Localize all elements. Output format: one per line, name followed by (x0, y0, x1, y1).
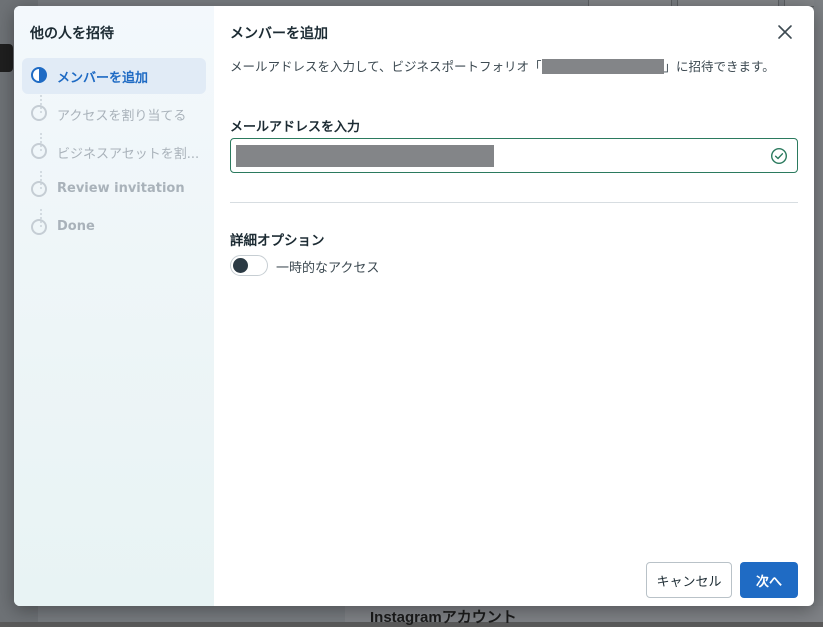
step-assign-access: アクセスを割り当てる (22, 96, 206, 132)
toggle-knob (233, 258, 248, 273)
invite-description: メールアドレスを入力して、ビジネスポートフォリオ「 」に招待できます。 (230, 58, 800, 76)
email-input[interactable] (230, 138, 798, 173)
invite-stepper-sidebar: 他の人を招待 メンバーを追加 アクセスを割り当てる ビジネスアセットを割... … (14, 6, 214, 606)
step-assign-business-assets: ビジネスアセットを割... (22, 134, 206, 170)
step-empty-circle-icon (31, 105, 47, 121)
step-empty-circle-icon (31, 143, 47, 159)
next-button[interactable]: 次へ (740, 562, 798, 598)
check-circle-icon (770, 147, 788, 165)
redacted-portfolio-name (541, 59, 664, 74)
background-nav-marker (0, 44, 13, 72)
step-empty-circle-icon (31, 219, 47, 235)
cancel-button[interactable]: キャンセル (646, 562, 732, 598)
step-add-members[interactable]: メンバーを追加 (22, 58, 206, 94)
redacted-email-value (236, 145, 494, 167)
step-label: アクセスを割り当てる (57, 109, 187, 124)
step-label: Done (57, 219, 95, 234)
step-label: メンバーを追加 (57, 71, 149, 86)
email-label: メールアドレスを入力 (230, 120, 361, 135)
temporary-access-toggle[interactable] (230, 255, 268, 276)
step-progress-half-icon (31, 67, 47, 83)
step-review-invitation: Review invitation (22, 172, 206, 208)
invite-modal: 他の人を招待 メンバーを追加 アクセスを割り当てる ビジネスアセットを割... … (14, 6, 814, 606)
description-text: 」に招待できます。 (663, 59, 775, 74)
close-icon[interactable] (775, 22, 795, 42)
step-label: Review invitation (57, 181, 185, 196)
panel-title: メンバーを追加 (230, 26, 328, 42)
divider (230, 202, 798, 203)
background-instagram-account-heading: Instagramアカウント (370, 609, 517, 626)
temporary-access-label: 一時的なアクセス (276, 261, 380, 276)
background-right-panel (814, 0, 823, 622)
advanced-options-title: 詳細オプション (230, 233, 325, 249)
step-done: Done (22, 210, 206, 246)
sidebar-title: 他の人を招待 (30, 26, 114, 42)
add-members-panel: メンバーを追加 メールアドレスを入力して、ビジネスポートフォリオ「 」に招待できま… (214, 6, 814, 606)
step-label: ビジネスアセットを割... (57, 147, 200, 162)
description-text: メールアドレスを入力して、ビジネスポートフォリオ「 (230, 59, 542, 74)
step-empty-circle-icon (31, 181, 47, 197)
